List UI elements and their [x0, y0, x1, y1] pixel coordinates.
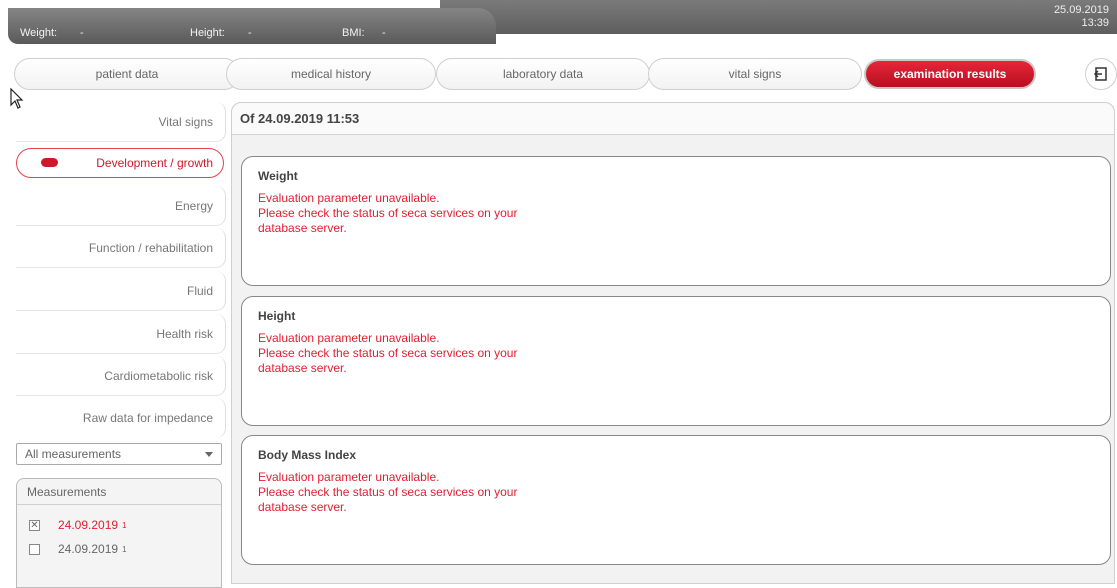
- measurement-filter-select[interactable]: All measurements: [16, 443, 222, 465]
- vitals-summary: Weight: - Height: - BMI: -: [8, 8, 496, 44]
- error-message: Evaluation parameter unavailable. Please…: [258, 470, 588, 515]
- sidebar-item-label: Development / growth: [96, 156, 213, 170]
- x-checkbox-icon[interactable]: ✕: [29, 519, 40, 531]
- current-time: 13:39: [1081, 17, 1109, 29]
- sidebar-item-raw-data-impedance[interactable]: Raw data for impedance: [16, 398, 226, 438]
- error-message: Evaluation parameter unavailable. Please…: [258, 331, 588, 376]
- tab-medical-history[interactable]: medical history: [226, 58, 436, 90]
- main-tabs: patient data medical history laboratory …: [14, 58, 1117, 92]
- error-line: database server.: [258, 500, 347, 514]
- measurement-sup: 1: [122, 544, 127, 554]
- measurements-panel: Measurements ✕ 24.09.2019 1 24.09.2019 1: [16, 478, 222, 588]
- bmi-value: -: [382, 27, 386, 39]
- weight-value: -: [80, 27, 84, 39]
- weight-label: Weight:: [20, 27, 58, 39]
- height-label: Height:: [190, 27, 225, 39]
- bmi-label: BMI:: [342, 27, 365, 39]
- logout-icon: [1093, 67, 1107, 81]
- tab-vital-signs[interactable]: vital signs: [648, 58, 862, 90]
- measurement-date: 24.09.2019: [58, 542, 119, 556]
- error-line: Evaluation parameter unavailable.: [258, 191, 440, 205]
- measurement-sup: 1: [122, 520, 127, 530]
- result-card-bmi: Body Mass Index Evaluation parameter una…: [241, 435, 1111, 565]
- measurement-row[interactable]: ✕ 24.09.2019 1: [29, 517, 127, 533]
- sidebar-item-fluid[interactable]: Fluid: [16, 271, 226, 311]
- error-line: Evaluation parameter unavailable.: [258, 331, 440, 345]
- measurement-row[interactable]: 24.09.2019 1: [29, 541, 127, 557]
- results-title: Of 24.09.2019 11:53: [232, 103, 1114, 135]
- active-indicator-icon: [41, 158, 58, 167]
- error-line: database server.: [258, 221, 347, 235]
- logout-button[interactable]: [1085, 58, 1117, 90]
- results-panel: Of 24.09.2019 11:53 Weight Evaluation pa…: [231, 102, 1115, 584]
- current-date: 25.09.2019: [1053, 4, 1109, 16]
- tab-patient-data[interactable]: patient data: [14, 58, 240, 90]
- sidebar-item-development-growth[interactable]: Development / growth: [16, 148, 224, 178]
- error-line: Evaluation parameter unavailable.: [258, 470, 440, 484]
- card-title: Height: [258, 309, 296, 323]
- error-line: Please check the status of seca services…: [258, 485, 518, 499]
- header-bar: Weight: - Height: - BMI: - 25.09.2019 13…: [0, 0, 1117, 45]
- sidebar-item-energy[interactable]: Energy: [16, 186, 226, 226]
- height-value: -: [248, 27, 252, 39]
- select-value: All measurements: [25, 447, 122, 461]
- sidebar: Vital signs Development / growth Energy …: [10, 100, 228, 588]
- measurements-title: Measurements: [17, 479, 221, 505]
- card-title: Weight: [258, 169, 298, 183]
- tab-examination-results[interactable]: examination results: [864, 59, 1036, 89]
- sidebar-item-function-rehabilitation[interactable]: Function / rehabilitation: [16, 228, 226, 268]
- datetime: 25.09.2019 13:39: [1054, 4, 1109, 30]
- checkbox[interactable]: [29, 543, 40, 555]
- chevron-down-icon: [205, 452, 213, 457]
- sidebar-item-health-risk[interactable]: Health risk: [16, 314, 226, 354]
- error-line: Please check the status of seca services…: [258, 346, 518, 360]
- tab-laboratory-data[interactable]: laboratory data: [436, 58, 650, 90]
- result-card-weight: Weight Evaluation parameter unavailable.…: [241, 156, 1111, 286]
- error-line: Please check the status of seca services…: [258, 206, 518, 220]
- error-message: Evaluation parameter unavailable. Please…: [258, 191, 588, 236]
- card-title: Body Mass Index: [258, 448, 357, 462]
- header-bar-right: [440, 0, 1117, 34]
- sidebar-item-vital-signs[interactable]: Vital signs: [16, 102, 226, 142]
- error-line: database server.: [258, 361, 347, 375]
- measurement-date: 24.09.2019: [58, 518, 119, 532]
- result-card-height: Height Evaluation parameter unavailable.…: [241, 296, 1111, 426]
- sidebar-item-cardiometabolic-risk[interactable]: Cardiometabolic risk: [16, 356, 226, 396]
